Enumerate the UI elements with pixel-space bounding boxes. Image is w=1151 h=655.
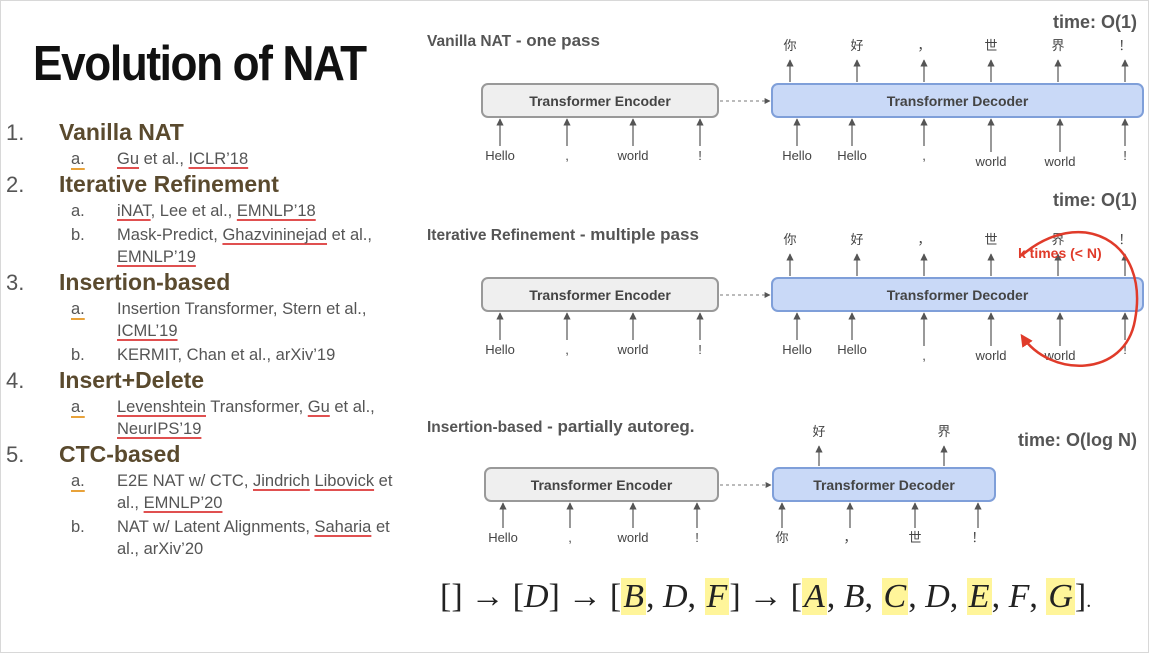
output-token: 你 [783, 233, 796, 248]
decoder-input-token: Hello [782, 342, 812, 357]
decoder-input-token: , [922, 348, 926, 363]
encoder-input-token: Hello [485, 342, 515, 357]
header-rest: - partially autoreg. [542, 417, 694, 436]
sequence-token: B [843, 578, 865, 615]
encoder-input-token: , [568, 530, 572, 545]
output-token: 好 [812, 425, 825, 440]
sequence-step: [A, B, C, D, E, F, G] [790, 578, 1087, 615]
sequence-step: [B, D, F] [609, 578, 741, 615]
sequence-step: [D] [512, 578, 560, 615]
sequence-token: D [523, 578, 549, 615]
decoder-input-token: Hello [837, 342, 867, 357]
encoder-input-token: , [565, 342, 569, 357]
output-token: 世 [984, 39, 997, 54]
decoder-input-token: Hello [782, 148, 812, 163]
loop-label: k times (< N) [1018, 245, 1102, 261]
sequence-token: E [966, 578, 992, 615]
encoder-input-token: world [616, 148, 648, 163]
decoder-input-token: ， [843, 531, 856, 546]
decoder-input-token: 你 [775, 531, 788, 546]
header-bold: Iterative Refinement [427, 227, 575, 244]
sequence-trailing: . [1086, 590, 1092, 612]
output-token: ！ [1118, 233, 1131, 248]
encoder-label: Transformer Encoder [529, 287, 671, 303]
output-token: 好 [850, 39, 863, 54]
header-bold: Vanilla NAT [427, 33, 512, 50]
sequence-arrow: → [748, 578, 783, 615]
encoder-input-token: ! [698, 342, 702, 357]
output-token: 好 [850, 233, 863, 248]
decoder-input-token: world [1043, 348, 1075, 363]
decoder-input-token: ！ [971, 531, 984, 546]
output-token: ！ [1118, 39, 1131, 54]
sequence-token: D [925, 578, 950, 615]
header-bold: Insertion-based [427, 419, 542, 436]
diagram-header: Insertion-based - partially autoreg. [427, 417, 695, 436]
encoder-input-token: world [616, 530, 648, 545]
sequence-token: F [1008, 578, 1030, 615]
insertion-sequence: [] → [D] → [B, D, F] → [A, B, C, D, E, F, G]. [440, 578, 1091, 616]
output-token: ， [917, 233, 930, 248]
encoder-label: Transformer Encoder [531, 477, 673, 493]
encoder-input-token: ! [698, 148, 702, 163]
header-rest: - one pass [511, 31, 600, 50]
output-token: 界 [1051, 39, 1064, 54]
nat-diagrams: Vanilla NAT - one pass time: O(1) Transfor… [427, 12, 1144, 546]
output-token: 你 [783, 39, 796, 54]
sequence-token: A [801, 578, 827, 615]
output-token: 界 [937, 425, 950, 440]
time-complexity: time: O(1) [1053, 12, 1137, 32]
sequence-arrow: → [470, 578, 505, 615]
time-complexity: time: O(1) [1053, 190, 1137, 210]
sequence-token: B [621, 578, 646, 615]
diagram-header: Iterative Refinement - multiple pass [427, 225, 699, 244]
encoder-input-token: world [616, 342, 648, 357]
sequence-step: [] [440, 578, 463, 615]
decoder-input-token: world [974, 348, 1006, 363]
encoder-label: Transformer Encoder [529, 93, 671, 109]
sequence-arrow: → [567, 578, 602, 615]
decoder-input-token: world [1043, 154, 1075, 169]
decoder-label: Transformer Decoder [887, 93, 1029, 109]
encoder-input-token: ! [695, 530, 699, 545]
header-rest: - multiple pass [575, 225, 699, 244]
output-token: 世 [984, 233, 997, 248]
decoder-input-token: , [922, 148, 926, 163]
decoder-label: Transformer Decoder [887, 287, 1029, 303]
sequence-token: D [662, 578, 688, 615]
decoder-input-token: 世 [908, 531, 921, 546]
decoder-label: Transformer Decoder [813, 477, 955, 493]
sequence-token: G [1046, 578, 1075, 615]
time-complexity: time: O(log N) [1018, 430, 1137, 450]
decoder-input-token: world [974, 154, 1006, 169]
encoder-input-token: Hello [485, 148, 515, 163]
sequence-token: C [881, 578, 909, 615]
decoder-input-token: Hello [837, 148, 867, 163]
encoder-input-token: Hello [488, 530, 518, 545]
sequence-token: F [704, 578, 730, 615]
decoder-input-token: ! [1123, 148, 1127, 163]
diagram-header: Vanilla NAT - one pass [427, 31, 600, 50]
encoder-input-token: , [565, 148, 569, 163]
output-token: ， [917, 39, 930, 54]
